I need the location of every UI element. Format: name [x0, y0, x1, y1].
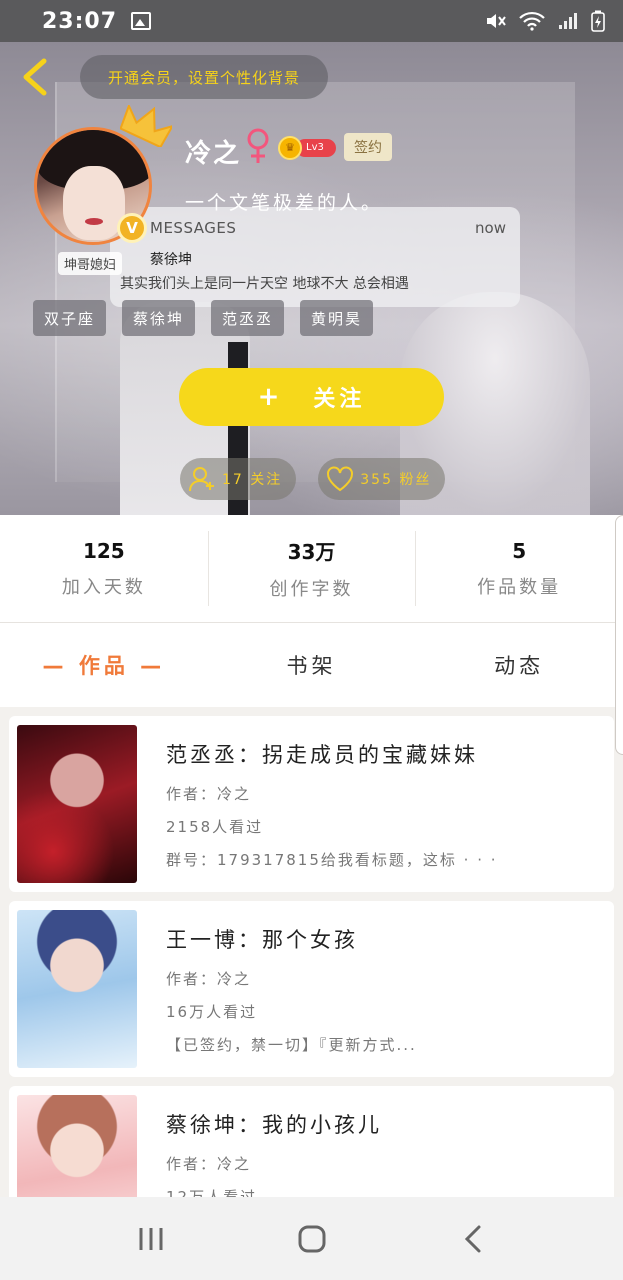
- book-cover[interactable]: [17, 725, 137, 883]
- status-bar: 23:07: [0, 0, 623, 42]
- heart-icon: [327, 466, 354, 492]
- tab-bookshelf[interactable]: 书架: [208, 650, 416, 680]
- back-icon: [464, 1225, 480, 1252]
- signed-badge: 签约: [344, 133, 392, 161]
- avatar-title-tag: 坤哥媳妇: [58, 252, 123, 275]
- user-name: 冷之: [185, 139, 242, 169]
- book-cover[interactable]: [17, 910, 137, 1068]
- level-badge[interactable]: Lv3 ♛: [278, 136, 336, 160]
- verified-icon: V: [117, 213, 147, 243]
- book-title: 蔡徐坤：我的小孩儿: [166, 1113, 382, 1137]
- recent-apps-icon: [139, 1227, 162, 1250]
- book-author: 作者：冷之: [166, 785, 252, 803]
- mute-icon: [487, 14, 506, 28]
- book-views: 12万人看过: [166, 1188, 258, 1197]
- book-description: 【已签约，禁一切】『更新方式...: [166, 1036, 417, 1054]
- tab-works[interactable]: — 作品 —: [0, 650, 208, 680]
- scrollbar[interactable]: [615, 515, 623, 755]
- level-text: Lv3: [296, 139, 336, 157]
- vip-background-banner[interactable]: 开通会员，设置个性化背景: [80, 55, 328, 99]
- tag[interactable]: 范丞丞: [211, 300, 285, 336]
- stat-value: 33万: [287, 540, 336, 564]
- back-arrow-icon[interactable]: [18, 58, 52, 96]
- add-user-icon: [189, 467, 214, 492]
- tab-activity[interactable]: 动态: [415, 650, 623, 680]
- stat-works-count: 5 作品数量: [415, 515, 623, 622]
- interest-tags: 双子座 蔡徐坤 范丞丞 黄明昊: [33, 300, 374, 336]
- back-button[interactable]: [453, 1219, 493, 1259]
- works-list[interactable]: 范丞丞：拐走成员的宝藏妹妹 作者：冷之 2158人看过 群号：179317815…: [0, 707, 623, 1197]
- stat-label: 加入天数: [61, 576, 146, 598]
- stat-label: 创作字数: [269, 579, 354, 600]
- home-icon: [298, 1225, 325, 1252]
- list-item[interactable]: 蔡徐坤：我的小孩儿 作者：冷之 12万人看过: [9, 1086, 614, 1197]
- status-time: 23:07: [42, 8, 118, 34]
- fans-button[interactable]: 355 粉丝: [318, 458, 446, 500]
- image-icon: [131, 12, 152, 30]
- female-icon: [247, 128, 269, 163]
- recent-apps-button[interactable]: [131, 1219, 171, 1259]
- follow-label: 关注: [313, 387, 366, 412]
- notification-time: now: [475, 219, 506, 237]
- stat-join-days: 125 加入天数: [0, 515, 208, 622]
- notification-sender: 蔡徐坤: [150, 252, 192, 268]
- following-button[interactable]: 17 关注: [180, 458, 297, 500]
- signal-icon: [559, 13, 577, 29]
- crown-icon: [120, 105, 172, 147]
- social-stats: 17 关注 355 粉丝: [180, 458, 446, 500]
- follow-button[interactable]: + 关注: [179, 368, 444, 426]
- notification-app: MESSAGES: [150, 219, 237, 237]
- book-views: 16万人看过: [166, 1003, 258, 1021]
- stat-word-count: 33万 创作字数: [207, 515, 416, 622]
- list-item[interactable]: 王一博：那个女孩 作者：冷之 16万人看过 【已签约，禁一切】『更新方式...: [9, 901, 614, 1077]
- book-description: 群号：179317815给我看标题，这标 · · ·: [166, 851, 498, 869]
- book-views: 2158人看过: [166, 818, 264, 836]
- book-title: 王一博：那个女孩: [166, 928, 358, 952]
- plus-icon: +: [257, 382, 284, 412]
- battery-charging-icon: [591, 10, 605, 32]
- system-nav-bar: [0, 1197, 623, 1280]
- stat-value: 5: [512, 538, 527, 563]
- avatar-face: [63, 166, 125, 240]
- fans-count: 355 粉丝: [360, 472, 432, 488]
- list-item[interactable]: 范丞丞：拐走成员的宝藏妹妹 作者：冷之 2158人看过 群号：179317815…: [9, 716, 614, 892]
- book-cover[interactable]: [17, 1095, 137, 1197]
- stat-value: 125: [82, 538, 125, 563]
- book-title: 范丞丞：拐走成员的宝藏妹妹: [166, 743, 478, 767]
- wifi-icon: [519, 11, 545, 31]
- book-author: 作者：冷之: [166, 970, 252, 988]
- tag[interactable]: 双子座: [33, 300, 107, 336]
- tag[interactable]: 黄明昊: [300, 300, 374, 336]
- avatar-lips: [85, 218, 103, 225]
- author-stats: 125 加入天数 33万 创作字数 5 作品数量: [0, 515, 623, 623]
- status-icons: [485, 10, 605, 32]
- message-notification[interactable]: MESSAGES now 蔡徐坤 其实我们头上是同一片天空 地球不大 总会相遇: [110, 207, 520, 307]
- profile-tabs: — 作品 — 书架 动态: [0, 623, 623, 707]
- following-count: 17 关注: [222, 472, 283, 488]
- notification-body: 其实我们头上是同一片天空 地球不大 总会相遇: [120, 276, 409, 292]
- book-author: 作者：冷之: [166, 1155, 252, 1173]
- tag[interactable]: 蔡徐坤: [122, 300, 196, 336]
- stat-label: 作品数量: [477, 576, 562, 598]
- crown-coin-icon: ♛: [278, 136, 302, 160]
- user-bio: 一个文笔极差的人。: [185, 192, 384, 214]
- home-button[interactable]: [292, 1219, 332, 1259]
